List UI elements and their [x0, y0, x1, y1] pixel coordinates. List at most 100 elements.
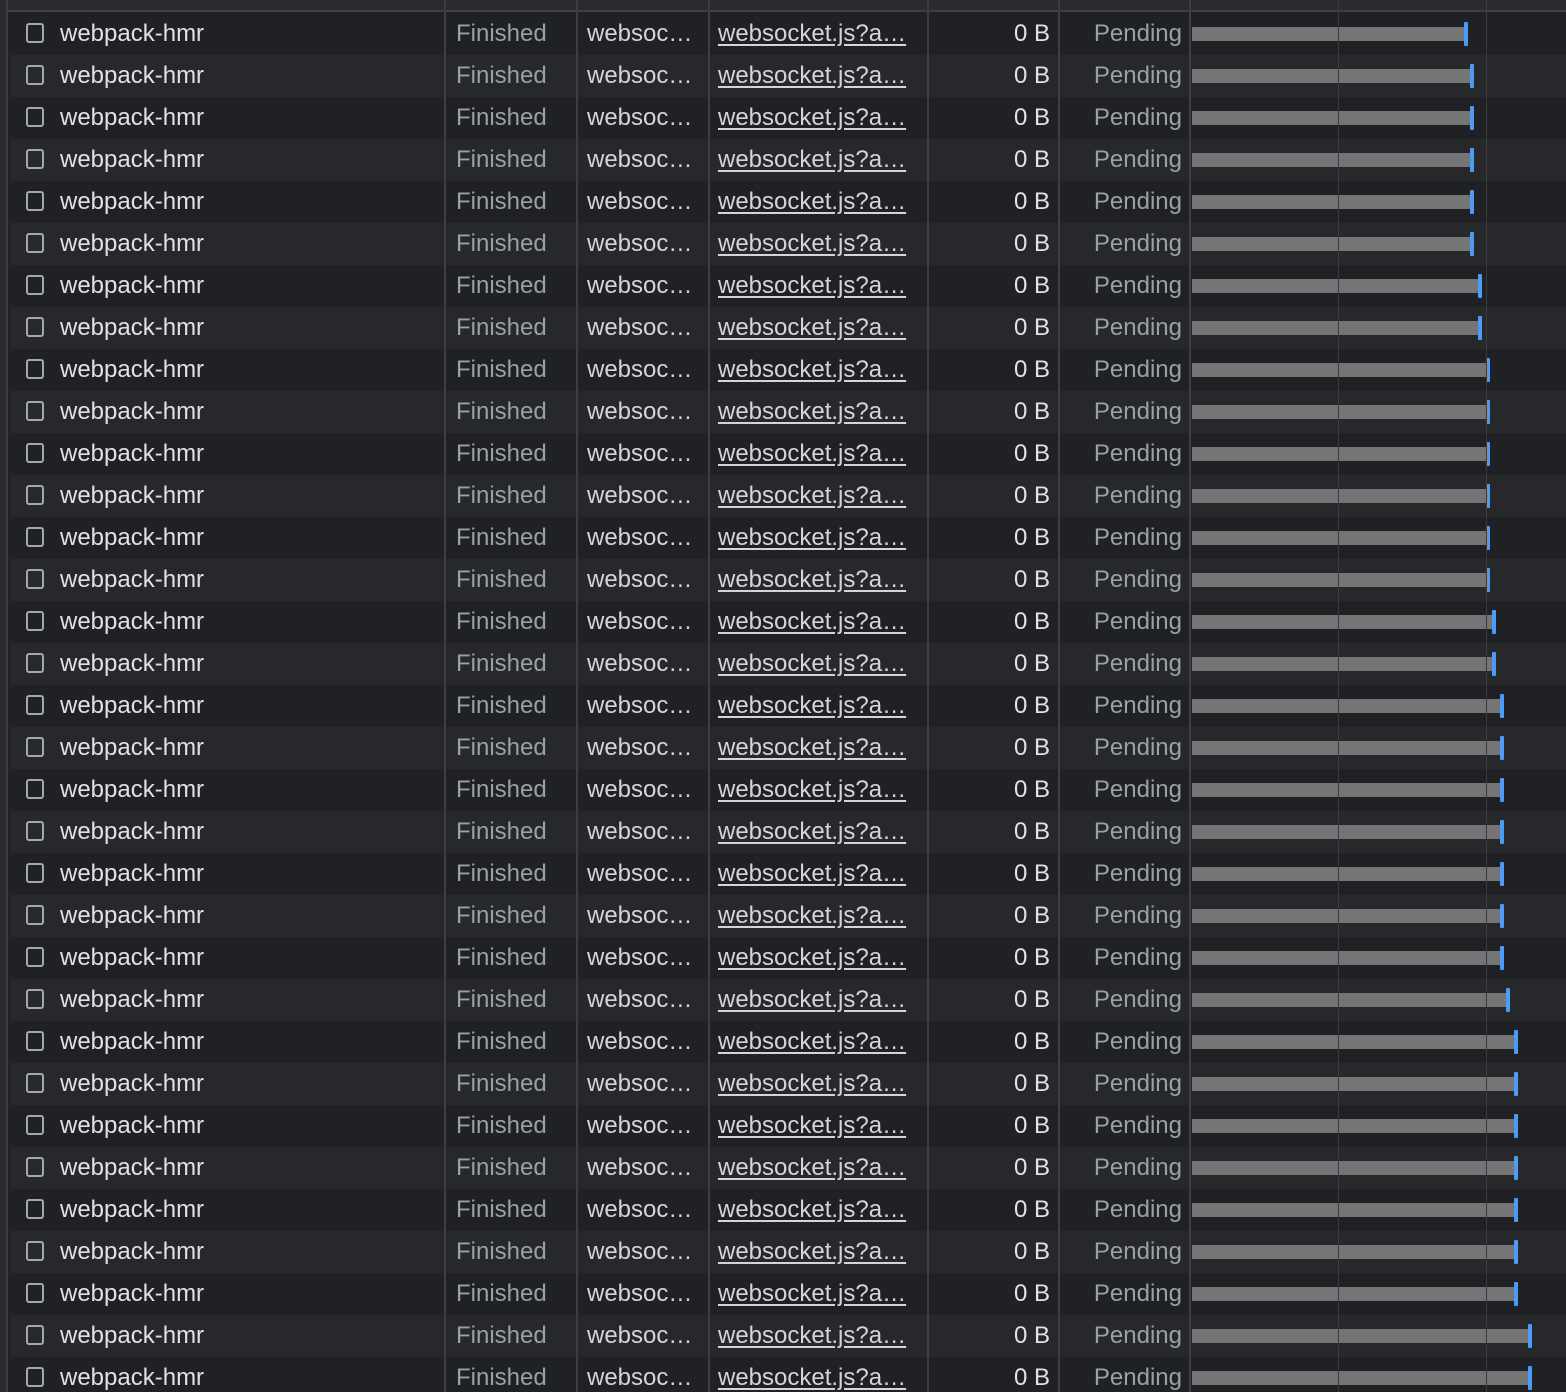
request-initiator-link[interactable]: websocket.js?a… — [718, 55, 918, 97]
checkbox-icon[interactable] — [26, 989, 44, 1009]
checkbox-icon[interactable] — [26, 653, 44, 673]
column-divider-initiator[interactable] — [927, 0, 929, 1392]
checkbox-icon[interactable] — [26, 1241, 44, 1261]
request-initiator-link[interactable]: websocket.js?a… — [718, 853, 918, 895]
table-row[interactable]: webpack-hmr Finished websoc… websocket.js?a… — [10, 475, 1566, 517]
request-initiator-link[interactable]: websocket.js?a… — [718, 265, 918, 307]
request-initiator-link[interactable]: websocket.js?a… — [718, 769, 918, 811]
request-initiator-link[interactable]: websocket.js?a… — [718, 307, 918, 349]
checkbox-icon[interactable] — [26, 1367, 44, 1387]
request-initiator-link[interactable]: websocket.js?a… — [718, 1231, 918, 1273]
checkbox-icon[interactable] — [26, 779, 44, 799]
checkbox-icon[interactable] — [26, 737, 44, 757]
table-row[interactable]: webpack-hmr Finished websoc… websocket.js?a… — [10, 1189, 1566, 1231]
table-row[interactable]: webpack-hmr Finished websoc… websocket.js?a… — [10, 433, 1566, 475]
column-divider-size[interactable] — [1058, 0, 1060, 1392]
table-row[interactable]: webpack-hmr Finished websoc… websocket.js?a… — [10, 391, 1566, 433]
checkbox-icon[interactable] — [26, 233, 44, 253]
table-row[interactable]: webpack-hmr Finished websoc… websocket.js?a… — [10, 769, 1566, 811]
table-row[interactable]: webpack-hmr Finished websoc… websocket.js?a… — [10, 97, 1566, 139]
table-row[interactable]: webpack-hmr Finished websoc… websocket.js?a… — [10, 643, 1566, 685]
table-row[interactable]: webpack-hmr Finished websoc… websocket.js?a… — [10, 1273, 1566, 1315]
table-row[interactable]: webpack-hmr Finished websoc… websocket.js?a… — [10, 1105, 1566, 1147]
table-row[interactable]: webpack-hmr Finished websoc… websocket.js?a… — [10, 1315, 1566, 1357]
request-initiator-link[interactable]: websocket.js?a… — [718, 1021, 918, 1063]
table-row[interactable]: webpack-hmr Finished websoc… websocket.js?a… — [10, 139, 1566, 181]
table-row[interactable]: webpack-hmr Finished websoc… websocket.js?a… — [10, 1021, 1566, 1063]
table-row[interactable]: webpack-hmr Finished websoc… websocket.js?a… — [10, 1063, 1566, 1105]
table-row[interactable]: webpack-hmr Finished websoc… websocket.js?a… — [10, 685, 1566, 727]
checkbox-icon[interactable] — [26, 317, 44, 337]
request-initiator-link[interactable]: websocket.js?a… — [718, 349, 918, 391]
table-row[interactable]: webpack-hmr Finished websoc… websocket.js?a… — [10, 517, 1566, 559]
request-initiator-link[interactable]: websocket.js?a… — [718, 1189, 918, 1231]
checkbox-icon[interactable] — [26, 275, 44, 295]
checkbox-icon[interactable] — [26, 947, 44, 967]
checkbox-icon[interactable] — [26, 1115, 44, 1135]
request-initiator-link[interactable]: websocket.js?a… — [718, 391, 918, 433]
checkbox-icon[interactable] — [26, 863, 44, 883]
checkbox-icon[interactable] — [26, 1199, 44, 1219]
request-initiator-link[interactable]: websocket.js?a… — [718, 937, 918, 979]
table-row[interactable]: webpack-hmr Finished websoc… websocket.js?a… — [10, 1231, 1566, 1273]
table-row[interactable]: webpack-hmr Finished websoc… websocket.js?a… — [10, 223, 1566, 265]
checkbox-icon[interactable] — [26, 23, 44, 43]
column-divider-status[interactable] — [576, 0, 578, 1392]
table-row[interactable]: webpack-hmr Finished websoc… websocket.js?a… — [10, 349, 1566, 391]
column-divider-type[interactable] — [708, 0, 710, 1392]
request-initiator-link[interactable]: websocket.js?a… — [718, 1147, 918, 1189]
table-row[interactable]: webpack-hmr Finished websoc… websocket.js?a… — [10, 937, 1566, 979]
table-row[interactable]: webpack-hmr Finished websoc… websocket.js?a… — [10, 559, 1566, 601]
request-initiator-link[interactable]: websocket.js?a… — [718, 1357, 918, 1392]
request-initiator-link[interactable]: websocket.js?a… — [718, 1315, 918, 1357]
column-divider-name[interactable] — [444, 0, 446, 1392]
request-initiator-link[interactable]: websocket.js?a… — [718, 13, 918, 55]
request-initiator-link[interactable]: websocket.js?a… — [718, 1273, 918, 1315]
request-initiator-link[interactable]: websocket.js?a… — [718, 517, 918, 559]
checkbox-icon[interactable] — [26, 1157, 44, 1177]
checkbox-icon[interactable] — [26, 1073, 44, 1093]
request-initiator-link[interactable]: websocket.js?a… — [718, 1063, 918, 1105]
checkbox-icon[interactable] — [26, 191, 44, 211]
checkbox-icon[interactable] — [26, 611, 44, 631]
checkbox-icon[interactable] — [26, 485, 44, 505]
table-row[interactable]: webpack-hmr Finished websoc… websocket.js?a… — [10, 265, 1566, 307]
checkbox-icon[interactable] — [26, 1031, 44, 1051]
request-initiator-link[interactable]: websocket.js?a… — [718, 811, 918, 853]
request-initiator-link[interactable]: websocket.js?a… — [718, 559, 918, 601]
request-initiator-link[interactable]: websocket.js?a… — [718, 475, 918, 517]
table-row[interactable]: webpack-hmr Finished websoc… websocket.js?a… — [10, 895, 1566, 937]
request-initiator-link[interactable]: websocket.js?a… — [718, 727, 918, 769]
request-initiator-link[interactable]: websocket.js?a… — [718, 895, 918, 937]
request-initiator-link[interactable]: websocket.js?a… — [718, 139, 918, 181]
checkbox-icon[interactable] — [26, 569, 44, 589]
request-initiator-link[interactable]: websocket.js?a… — [718, 601, 918, 643]
checkbox-icon[interactable] — [26, 107, 44, 127]
table-row[interactable]: webpack-hmr Finished websoc… websocket.js?a… — [10, 811, 1566, 853]
column-divider-time[interactable] — [1189, 0, 1191, 1392]
checkbox-icon[interactable] — [26, 149, 44, 169]
checkbox-icon[interactable] — [26, 359, 44, 379]
request-initiator-link[interactable]: websocket.js?a… — [718, 685, 918, 727]
request-initiator-link[interactable]: websocket.js?a… — [718, 223, 918, 265]
checkbox-icon[interactable] — [26, 443, 44, 463]
request-initiator-link[interactable]: websocket.js?a… — [718, 643, 918, 685]
checkbox-icon[interactable] — [26, 1325, 44, 1345]
table-row[interactable]: webpack-hmr Finished websoc… websocket.js?a… — [10, 13, 1566, 55]
request-initiator-link[interactable]: websocket.js?a… — [718, 1105, 918, 1147]
checkbox-icon[interactable] — [26, 695, 44, 715]
checkbox-icon[interactable] — [26, 527, 44, 547]
table-row[interactable]: webpack-hmr Finished websoc… websocket.js?a… — [10, 55, 1566, 97]
table-row[interactable]: webpack-hmr Finished websoc… websocket.js?a… — [10, 307, 1566, 349]
checkbox-icon[interactable] — [26, 905, 44, 925]
checkbox-icon[interactable] — [26, 1283, 44, 1303]
checkbox-icon[interactable] — [26, 821, 44, 841]
checkbox-icon[interactable] — [26, 65, 44, 85]
request-initiator-link[interactable]: websocket.js?a… — [718, 181, 918, 223]
table-row[interactable]: webpack-hmr Finished websoc… websocket.js?a… — [10, 853, 1566, 895]
table-row[interactable]: webpack-hmr Finished websoc… websocket.js?a… — [10, 601, 1566, 643]
table-row[interactable]: webpack-hmr Finished websoc… websocket.js?a… — [10, 1147, 1566, 1189]
checkbox-icon[interactable] — [26, 401, 44, 421]
request-initiator-link[interactable]: websocket.js?a… — [718, 433, 918, 475]
table-row[interactable]: webpack-hmr Finished websoc… websocket.js?a… — [10, 727, 1566, 769]
